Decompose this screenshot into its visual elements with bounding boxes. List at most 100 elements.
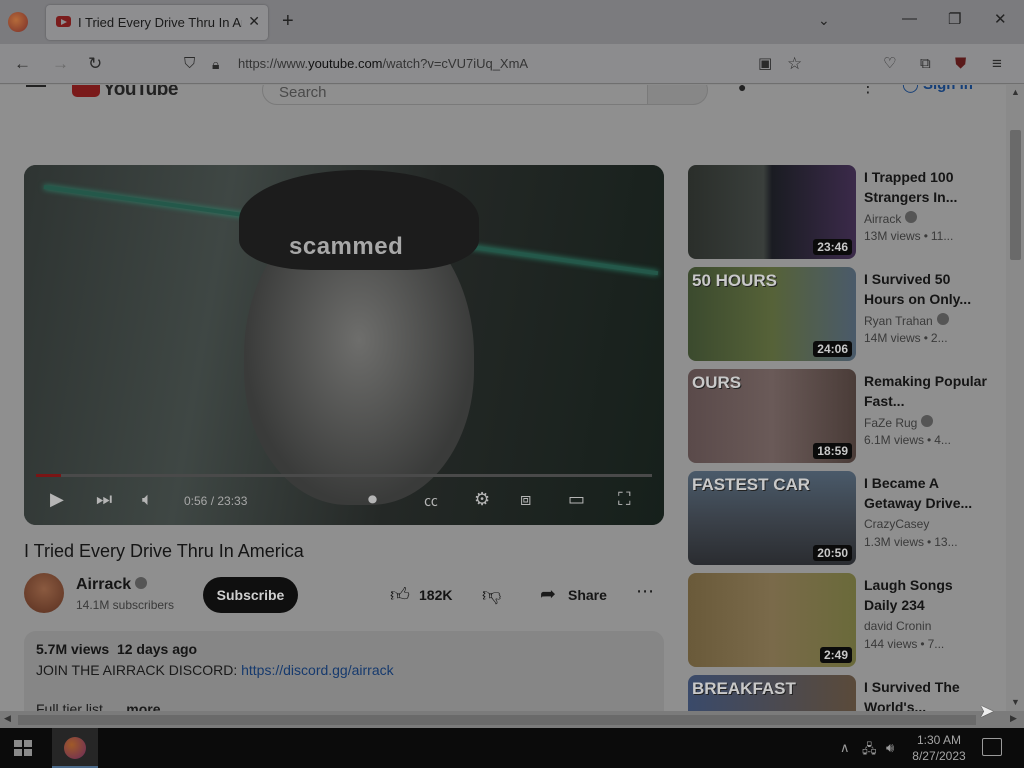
subscribe-button[interactable]: Subscribe [203, 577, 298, 613]
recommended-channel[interactable]: david Cronin [864, 619, 931, 633]
search-button[interactable] [648, 85, 708, 105]
recommended-title[interactable]: I Trapped 100 Strangers In... [864, 167, 988, 207]
channel-name[interactable]: Airrack [76, 576, 148, 594]
tray-chevron-icon[interactable]: ∧ [840, 740, 850, 756]
network-icon[interactable]: 🖧︎ [862, 740, 877, 762]
share-button[interactable]: ➦ Share [530, 577, 614, 613]
new-tab-button[interactable]: + [282, 11, 294, 31]
recommended-channel-name: CrazyCasey [864, 517, 930, 531]
recommended-thumbnail[interactable]: 50 HOURS 24:06 [688, 267, 856, 361]
recommended-channel-name: Ryan Trahan [864, 314, 933, 328]
guide-menu-icon[interactable] [26, 85, 46, 88]
show-more-link[interactable]: ...more [115, 701, 161, 711]
picture-in-picture-icon[interactable]: ▣ [758, 54, 772, 74]
scroll-right-arrow-icon[interactable]: ▶ [1010, 713, 1017, 724]
recommended-title[interactable]: I Became A Getaway Drive... [864, 473, 988, 513]
lock-icon[interactable]: 🔒︎ [212, 54, 219, 74]
youtube-logo[interactable]: YouTube [72, 85, 178, 101]
recommended-thumbnail[interactable]: FASTEST CAR 20:50 [688, 471, 856, 565]
recommended-channel[interactable]: FaZe Rug [864, 415, 934, 430]
ublock-shield-icon[interactable]: ⛊ [955, 54, 966, 74]
recommended-meta: 144 views • 7... [864, 637, 944, 651]
video-player[interactable]: scammed ▶ ⏭︎ 🔈︎ 0:56 / 23:33 ⏺ ㏄ ⚙ ⧈ ▭ ⛶ [24, 165, 664, 525]
recommended-thumbnail[interactable]: 23:46 [688, 165, 856, 259]
video-duration: 24:06 [813, 341, 852, 357]
volume-tray-icon[interactable]: 🔊︎ [886, 740, 894, 756]
tracking-shield-icon[interactable]: ⛉ [184, 54, 195, 74]
recommended-thumbnail[interactable]: 2:49 [688, 573, 856, 667]
menu-hamburger-icon[interactable]: ≡ [992, 54, 1002, 74]
recommended-channel-name: david Cronin [864, 619, 932, 633]
taskbar-firefox-button[interactable] [52, 728, 98, 768]
miniplayer-icon[interactable]: ⧈ [520, 489, 531, 509]
voice-search-icon[interactable]: ● [738, 85, 746, 95]
recommended-video[interactable]: FASTEST CAR 20:50 I Became A Getaway Drive… [688, 471, 988, 565]
thumbnail-text: OURS [692, 373, 742, 392]
verified-badge-icon [905, 211, 918, 223]
meta-dot: • [920, 637, 925, 651]
vertical-scroll-thumb[interactable] [1010, 130, 1021, 260]
channel-name-text: Airrack [76, 576, 132, 593]
recommended-video[interactable]: BREAKFAST I Survived The World's... [688, 675, 988, 711]
recommended-channel[interactable]: Ryan Trahan [864, 313, 949, 328]
recommended-title[interactable]: Remaking Popular Fast... [864, 371, 988, 411]
discord-link[interactable]: https://discord.gg/airrack [241, 662, 394, 678]
youtube-header: YouTube Search ● ⋮ ◯ Sign in [0, 85, 1006, 105]
recommended-video[interactable]: 50 HOURS 24:06 I Survived 50 Hours on Only… [688, 267, 988, 361]
list-all-tabs-button[interactable]: ⌄ [818, 12, 830, 29]
settings-gear-icon[interactable]: ⚙ [474, 489, 490, 509]
address-bar[interactable]: https://www.youtube.com/watch?v=cVU7iUq_… [238, 56, 528, 71]
tab-close-icon[interactable]: ✕ [248, 13, 260, 30]
recommended-title[interactable]: I Survived The World's... [864, 677, 988, 711]
settings-kebab-icon[interactable]: ⋮ [860, 85, 876, 97]
recommended-thumbnail[interactable]: OURS 18:59 [688, 369, 856, 463]
recommended-age: 13... [934, 535, 958, 549]
horizontal-scroll-thumb[interactable] [18, 715, 976, 725]
scroll-left-arrow-icon[interactable]: ◀ [4, 713, 11, 724]
recommended-video[interactable]: 2:49 Laugh Songs Daily 234 david Cronin 144… [688, 573, 988, 667]
dislike-thumb-down-icon[interactable]: 👎︎ [482, 584, 501, 607]
volume-icon[interactable]: 🔈︎ [142, 489, 153, 509]
url-prefix: https://www. [238, 56, 309, 71]
bookmark-star-icon[interactable]: ☆ [787, 54, 802, 74]
recommended-title[interactable]: Laugh Songs Daily 234 [864, 575, 988, 615]
progress-bar[interactable] [36, 474, 652, 477]
recommended-video[interactable]: OURS 18:59 Remaking Popular Fast... FaZe Ru… [688, 369, 988, 463]
vertical-scrollbar[interactable]: ▲ ▼ [1006, 85, 1024, 711]
recommended-video[interactable]: 23:46 I Trapped 100 Strangers In... Airrac… [688, 165, 988, 259]
back-arrow-icon[interactable]: ← [14, 54, 31, 74]
autoplay-toggle-icon[interactable]: ⏺ [368, 489, 377, 509]
browser-tab-active[interactable]: I Tried Every Drive Thru In Ame ✕ [46, 5, 268, 40]
notification-center-icon[interactable] [982, 738, 1002, 756]
search-input[interactable]: Search [262, 85, 648, 105]
extensions-icon[interactable]: ⧉ [920, 54, 931, 74]
close-window-button[interactable]: ✕ [994, 10, 1007, 28]
play-icon[interactable]: ▶ [50, 489, 64, 509]
theater-mode-icon[interactable]: ▭ [568, 489, 585, 509]
next-icon[interactable]: ⏭︎ [96, 489, 112, 509]
like-count[interactable]: 182K [419, 587, 452, 603]
description-box[interactable]: 5.7M views 12 days ago JOIN THE AIRRACK … [24, 631, 664, 711]
fullscreen-icon[interactable]: ⛶ [618, 489, 631, 509]
scroll-up-arrow-icon[interactable]: ▲ [1011, 87, 1020, 97]
pocket-icon[interactable]: ♡ [883, 54, 896, 74]
system-clock[interactable]: 1:30 AM 8/27/2023 [906, 732, 972, 764]
firefox-icon[interactable] [8, 12, 28, 32]
scroll-down-arrow-icon[interactable]: ▼ [1011, 697, 1020, 707]
sign-in-button[interactable]: ◯ Sign in [902, 85, 973, 93]
reload-icon[interactable]: ↻ [88, 54, 102, 74]
maximize-button[interactable]: ❐ [948, 10, 961, 28]
like-thumb-up-icon[interactable]: 👍︎ [390, 584, 410, 607]
channel-avatar[interactable] [24, 573, 64, 613]
windows-start-icon[interactable] [14, 740, 32, 756]
mouse-cursor-icon: ➤ [979, 701, 995, 721]
captions-icon[interactable]: ㏄ [424, 491, 438, 511]
more-actions-icon[interactable]: ⋯ [636, 581, 654, 602]
recommended-channel[interactable]: CrazyCasey [864, 517, 929, 531]
recommended-thumbnail[interactable]: BREAKFAST [688, 675, 856, 711]
recommended-title[interactable]: I Survived 50 Hours on Only... [864, 269, 988, 309]
forward-arrow-icon[interactable]: → [52, 54, 69, 74]
minimize-button[interactable]: — [902, 10, 917, 27]
horizontal-scrollbar[interactable]: ◀ ▶ [0, 711, 1024, 728]
recommended-channel[interactable]: Airrack [864, 211, 918, 226]
